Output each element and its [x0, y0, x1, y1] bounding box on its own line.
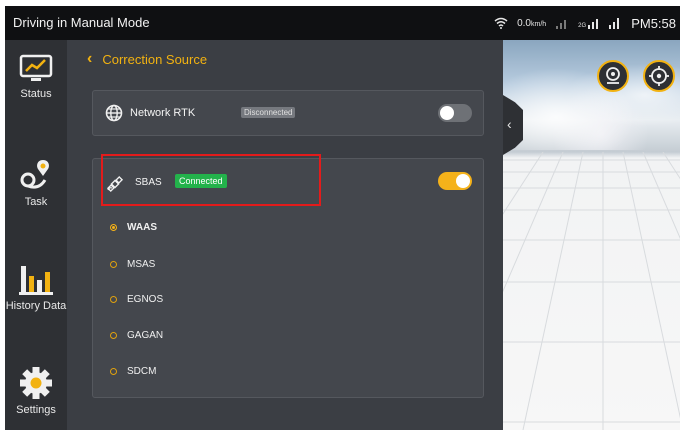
radio-selected-icon: [110, 224, 117, 231]
speed-unit: km/h: [531, 20, 547, 28]
sidebar-item-status[interactable]: Status: [5, 54, 67, 100]
sbas-option-label: WAAS: [127, 222, 157, 233]
webcam-icon: [606, 67, 620, 84]
wifi-icon: [494, 17, 508, 29]
signal-strong-icon: [609, 18, 620, 29]
status-indicators: 0.0km/h 2G PM5:58: [494, 14, 676, 32]
back-button[interactable]: ‹ Correction Source: [87, 50, 207, 68]
route-pin-icon: [20, 160, 49, 189]
status-bar: Driving in Manual Mode 0.0km/h 2G PM5:58: [5, 6, 680, 40]
signal-2g-icon: [588, 19, 599, 29]
globe-icon: [105, 104, 123, 122]
speed-readout: 0.0km/h: [517, 18, 546, 29]
gear-icon: [20, 367, 52, 399]
clock: PM5:58: [631, 15, 676, 31]
sbas-option-egnos[interactable]: EGNOS: [110, 294, 163, 305]
radio-unselected-icon: [110, 296, 117, 303]
sbas-option-label: SDCM: [127, 366, 157, 377]
crosshair-icon: [649, 66, 669, 86]
chevron-left-icon: ‹: [507, 116, 512, 132]
sidebar-label-status: Status: [20, 88, 52, 100]
status-chart-icon: [19, 54, 53, 81]
sbas-option-msas[interactable]: MSAS: [110, 259, 155, 270]
sidebar-item-history-data[interactable]: History Data: [5, 262, 67, 312]
toggle-knob: [440, 106, 454, 120]
page-title: Correction Source: [102, 51, 208, 67]
signal-weak-icon: [556, 20, 567, 29]
network-rtk-card: Network RTK Disconnected: [92, 90, 484, 136]
toggle-knob: [456, 174, 470, 188]
mode-title: Driving in Manual Mode: [13, 15, 150, 30]
sbas-option-gagan[interactable]: GAGAN: [110, 330, 163, 341]
sbas-option-label: GAGAN: [127, 330, 164, 341]
locate-button[interactable]: [643, 60, 675, 92]
sidebar-item-task[interactable]: Task: [5, 158, 67, 208]
radio-unselected-icon: [110, 332, 117, 339]
correction-source-panel: ‹ Correction Source Network RTK Disconne…: [67, 40, 503, 430]
network-rtk-label: Network RTK: [130, 107, 196, 119]
bar-chart-icon: [19, 266, 53, 295]
sbas-option-sdcm[interactable]: SDCM: [110, 366, 156, 377]
sidebar-label-settings: Settings: [16, 404, 56, 416]
chevron-left-icon: ‹: [87, 50, 93, 67]
sidebar-label-history-data: History Data: [5, 300, 67, 312]
ground-grid: [503, 152, 680, 430]
sidebar-item-settings[interactable]: Settings: [5, 366, 67, 416]
network-rtk-toggle[interactable]: [438, 104, 472, 122]
radio-unselected-icon: [110, 261, 117, 268]
radio-unselected-icon: [110, 368, 117, 375]
sidebar-label-task: Task: [24, 196, 48, 208]
sidebar: Status Task History Data Settings: [5, 40, 67, 430]
camera-button[interactable]: [597, 60, 629, 92]
sbas-toggle[interactable]: [438, 172, 472, 190]
network-type-label: 2G: [578, 23, 587, 29]
sbas-option-waas[interactable]: WAAS: [110, 222, 157, 233]
sbas-option-label: EGNOS: [127, 294, 164, 305]
map-3d-view[interactable]: ‹: [503, 40, 680, 430]
speed-value: 0.0: [517, 17, 531, 29]
network-rtk-status-badge: Disconnected: [241, 107, 296, 118]
sbas-option-label: MSAS: [127, 259, 156, 270]
sky-background: [503, 40, 680, 150]
sbas-highlight-box: [101, 154, 321, 206]
signal-2g-indicator: 2G: [578, 17, 599, 29]
